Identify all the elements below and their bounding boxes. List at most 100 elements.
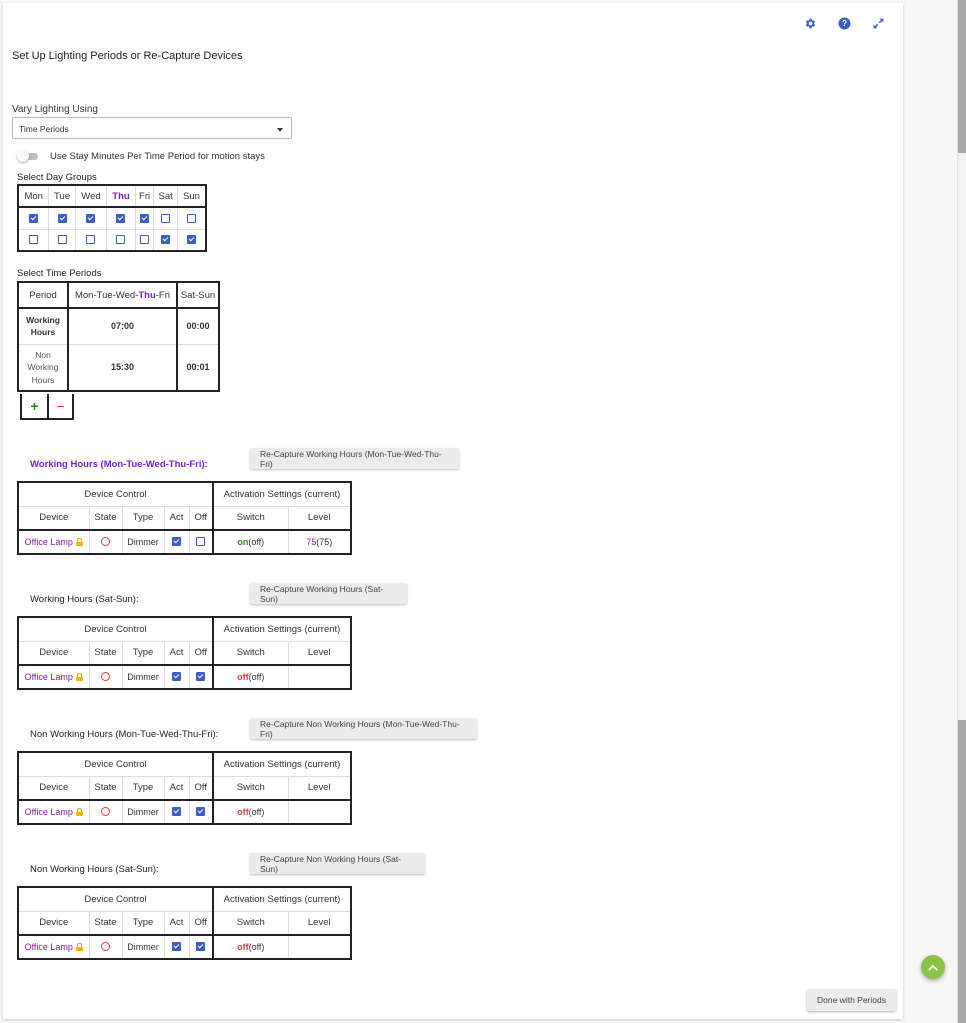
period-time-weekday[interactable]: 15:30 (67, 343, 178, 392)
type-cell[interactable]: Dimmer (121, 934, 165, 960)
off-col-header: Off (188, 640, 214, 666)
recapture-button[interactable]: Re-Capture Non Working Hours (Sat-Sun) (250, 853, 425, 874)
off-checkbox[interactable] (196, 942, 206, 952)
level-col-header: Level (287, 775, 352, 801)
type-cell[interactable]: Dimmer (121, 529, 165, 555)
expand-button[interactable] (861, 14, 895, 32)
device-link[interactable]: Office Lamp (25, 537, 73, 547)
day-checkbox[interactable] (57, 235, 67, 245)
off-checkbox[interactable] (196, 672, 206, 682)
scrollbar-thumb-bottom[interactable] (958, 720, 966, 1023)
day-checkbox[interactable] (116, 213, 126, 223)
switch-cell[interactable]: off(off) (212, 664, 289, 690)
device-link[interactable]: Office Lamp (25, 672, 73, 682)
lock-icon (75, 943, 83, 951)
off-col-header: Off (188, 910, 214, 936)
off-col-header: Off (188, 775, 214, 801)
day-checkbox[interactable] (86, 213, 96, 223)
group-title: Working Hours (Sat-Sun): (30, 594, 139, 605)
device-control-header: Device Control (17, 886, 214, 912)
device-cell: Office Lamp (17, 664, 90, 690)
day-checkbox[interactable] (186, 235, 196, 245)
switch-cell[interactable]: off(off) (212, 799, 289, 825)
recapture-button[interactable]: Re-Capture Non Working Hours (Mon-Tue-We… (250, 718, 477, 739)
period-time-weekend[interactable]: 00:00 (176, 307, 220, 345)
off-col-header: Off (188, 505, 214, 531)
day-checkbox[interactable] (161, 235, 171, 245)
act-checkbox[interactable] (172, 942, 181, 952)
level-cell[interactable] (287, 664, 352, 690)
gear-icon (805, 18, 815, 28)
day-thu: Thu (106, 184, 136, 208)
period-name-non-working[interactable]: Non Working Hours (17, 343, 69, 392)
group-title: Non Working Hours (Mon-Tue-Wed-Thu-Fri): (30, 729, 219, 740)
type-cell[interactable]: Dimmer (121, 799, 165, 825)
act-col-header: Act (163, 910, 190, 936)
dropdown-caret-icon (277, 128, 283, 132)
day-group-cell (17, 206, 50, 230)
off-checkbox[interactable] (196, 807, 206, 817)
act-checkbox[interactable] (172, 807, 181, 817)
act-checkbox[interactable] (172, 672, 181, 682)
device-link[interactable]: Office Lamp (25, 942, 73, 952)
day-checkbox[interactable] (57, 213, 67, 223)
help-button[interactable]: ? (827, 14, 861, 32)
state-col-header: State (88, 910, 123, 936)
device-table: Device Control Activation Settings (curre… (17, 751, 352, 825)
done-with-periods-button[interactable]: Done with Periods (807, 989, 896, 1011)
day-checkbox[interactable] (86, 235, 96, 245)
device-row: Office Lamp Dimmer off(off) (17, 799, 352, 825)
act-cell (163, 529, 190, 555)
level-value: 75 (306, 537, 317, 547)
vary-lighting-select[interactable]: Time Periods (12, 117, 292, 139)
period-time-weekday[interactable]: 07:00 (67, 307, 178, 345)
switch-cell[interactable]: on(off) (212, 529, 289, 555)
settings-button[interactable] (793, 14, 827, 32)
device-table-group-header: Device Control Activation Settings (curre… (17, 481, 352, 507)
day-checkbox[interactable] (161, 213, 171, 223)
day-group-cell (176, 206, 207, 230)
stay-minutes-toggle[interactable] (17, 150, 39, 163)
expand-icon (873, 18, 883, 28)
type-cell[interactable]: Dimmer (121, 664, 165, 690)
scroll-to-top-button[interactable] (921, 955, 945, 979)
day-group-cell (74, 206, 108, 230)
device-row: Office Lamp Dimmer on(off) 75(75) (17, 529, 352, 555)
remove-period-button[interactable]: − (47, 394, 72, 418)
switch-cell[interactable]: off(off) (212, 934, 289, 960)
level-cell[interactable]: 75(75) (287, 529, 352, 555)
switch-value: on (237, 537, 249, 547)
scrollbar-thumb-top[interactable] (958, 0, 966, 153)
device-col-header: Device (17, 505, 90, 531)
switch-col-header: Switch (212, 640, 289, 666)
scrollbar[interactable] (957, 0, 966, 1023)
level-cell[interactable] (287, 799, 352, 825)
day-checkbox[interactable] (140, 213, 150, 223)
day-checkbox[interactable] (116, 235, 126, 245)
switch-current: (off) (248, 537, 265, 547)
vary-lighting-value: Time Periods (19, 124, 69, 134)
day-checkbox[interactable] (29, 213, 39, 223)
recapture-button[interactable]: Re-Capture Working Hours (Sat-Sun) (250, 583, 407, 604)
off-cell (188, 529, 214, 555)
day-checkbox[interactable] (186, 213, 196, 223)
period-time-weekend[interactable]: 00:01 (176, 343, 220, 392)
day-fri: Fri (134, 184, 155, 208)
activation-settings-header: Activation Settings (current) (212, 751, 352, 777)
act-checkbox[interactable] (172, 537, 181, 547)
device-link[interactable]: Office Lamp (25, 807, 73, 817)
day-checkbox[interactable] (29, 235, 39, 245)
switch-col-header: Switch (212, 505, 289, 531)
day-group-cell (48, 228, 76, 252)
level-col-header: Level (287, 640, 352, 666)
period-name-working[interactable]: Working Hours (17, 307, 69, 345)
add-period-button[interactable]: + (22, 394, 47, 418)
level-cell[interactable] (287, 934, 352, 960)
day-group-row-2 (17, 228, 207, 252)
device-table-column-header: Device State Type Act Off Switch Level (17, 640, 352, 666)
off-checkbox[interactable] (196, 537, 206, 547)
day-checkbox[interactable] (140, 235, 150, 245)
act-cell (163, 799, 190, 825)
recapture-button[interactable]: Re-Capture Working Hours (Mon-Tue-Wed-Th… (250, 448, 459, 469)
device-table-group-header: Device Control Activation Settings (curre… (17, 616, 352, 642)
